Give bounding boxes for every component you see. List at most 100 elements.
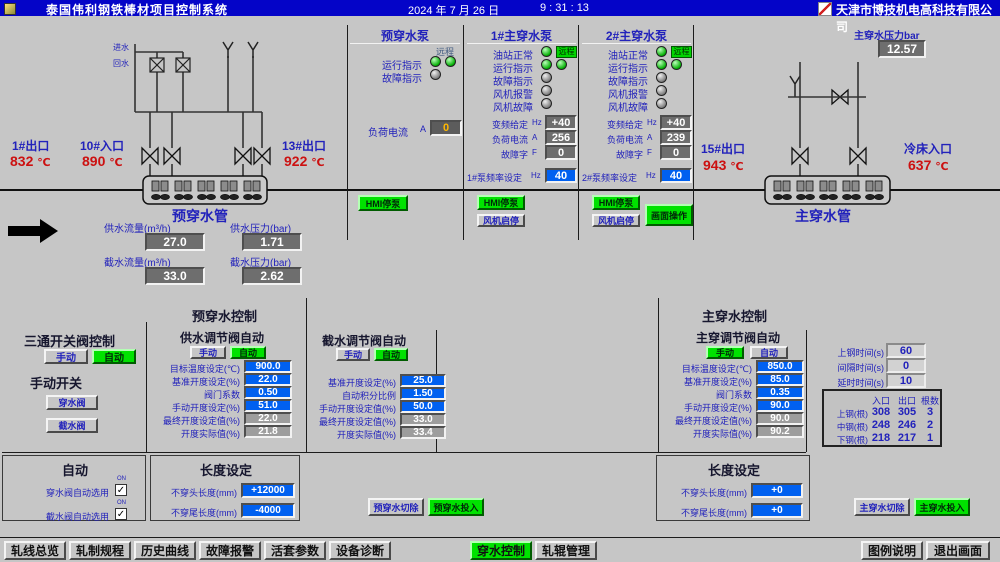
nav-device-diagnosis[interactable]: 设备诊断 bbox=[329, 541, 391, 560]
main-row-label: 基准开度设定(%) bbox=[666, 375, 752, 388]
pre-row-setpoint[interactable]: 51.0 bbox=[244, 399, 292, 412]
cut-row-setpoint[interactable]: 50.0 bbox=[400, 400, 446, 413]
pre-pump-fault-led bbox=[430, 69, 441, 80]
checkbox-on-label: ON bbox=[117, 500, 126, 506]
three-way-manual-button[interactable]: 手动 bbox=[44, 349, 88, 364]
main-row-label: 手动开度设定(%) bbox=[666, 401, 752, 414]
pre-quench-on-button[interactable]: 预穿水投入 bbox=[428, 498, 484, 516]
main-row-setpoint[interactable]: 90.0 bbox=[756, 399, 804, 412]
pre-control-title: 预穿水控制 bbox=[192, 306, 257, 325]
main-auto-button[interactable]: 自动 bbox=[750, 346, 788, 359]
pre-row-setpoint[interactable]: 0.50 bbox=[244, 386, 292, 399]
timing-label: 间隔时间(s) bbox=[826, 361, 884, 374]
pump1-faultword-value: 0 bbox=[545, 145, 577, 160]
pump2-fan-fault-label: 风机故障 bbox=[588, 99, 648, 114]
cut-row-label: 手动开度设定值(%) bbox=[310, 402, 396, 415]
pre-row-label: 手动开度设定(%) bbox=[156, 401, 240, 414]
pump2-stop-button[interactable]: HMI停泵 bbox=[592, 195, 640, 210]
three-way-auto-button[interactable]: 自动 bbox=[92, 349, 136, 364]
length-main-tail-setpoint[interactable]: +0 bbox=[751, 503, 803, 518]
nav-legend-help[interactable]: 图例说明 bbox=[861, 541, 923, 560]
length-main-tail-label: 不穿尾长度(mm) bbox=[667, 506, 747, 519]
pump1-fan-fault-led bbox=[541, 98, 552, 109]
pre-manual-button[interactable]: 手动 bbox=[190, 346, 226, 359]
nav-rolling-schedule[interactable]: 轧制规程 bbox=[69, 541, 131, 560]
pre-quench-off-button[interactable]: 预穿水切除 bbox=[368, 498, 424, 516]
cut-row-label: 自动积分比例 bbox=[310, 389, 396, 402]
nav-history-curve[interactable]: 历史曲线 bbox=[134, 541, 196, 560]
nav-roll-management[interactable]: 轧辊管理 bbox=[535, 541, 597, 560]
pump2-freqset-label: 变频给定 bbox=[585, 118, 643, 131]
return-label: 回水 bbox=[113, 58, 129, 69]
main-row-setpoint[interactable]: 850.0 bbox=[756, 360, 804, 373]
nav-quench-control-active[interactable]: 穿水控制 bbox=[470, 541, 532, 560]
main-row-readout: 90.2 bbox=[756, 425, 804, 438]
main-manifold bbox=[765, 176, 890, 204]
pump2-current-label: 负荷电流 bbox=[585, 133, 643, 146]
pump2-run-led-2 bbox=[671, 59, 682, 70]
pre-row-setpoint[interactable]: 900.0 bbox=[244, 360, 292, 373]
pump2-fault-led bbox=[656, 72, 667, 83]
length-main-title: 长度设定 bbox=[657, 460, 811, 479]
length-setting-pre-panel: 长度设定 不穿头长度(mm) +12000 不穿尾长度(mm) -4000 bbox=[150, 455, 300, 521]
nav-line-overview[interactable]: 轧线总览 bbox=[4, 541, 66, 560]
cut-row-readout: 33.0 bbox=[400, 413, 446, 426]
cut-row-label: 最终开度设定值(%) bbox=[310, 415, 396, 428]
temp-value-2: 890 ℃ bbox=[82, 153, 123, 169]
table-row-label: 上钢(根) bbox=[826, 408, 868, 420]
pump2-faultword-label: 故障字 bbox=[585, 148, 643, 161]
cut-row-readout: 33.4 bbox=[400, 426, 446, 439]
screen-operation-button[interactable]: 画面操作 bbox=[645, 204, 693, 226]
pump1-current-unit: A bbox=[532, 133, 537, 142]
cut-row-setpoint[interactable]: 1.50 bbox=[400, 387, 446, 400]
cut-auto-button[interactable]: 自动 bbox=[374, 348, 408, 361]
pre-manifold bbox=[143, 176, 267, 204]
main-pipe-label: 主穿水管 bbox=[795, 206, 851, 226]
main-row-setpoint[interactable]: 0.35 bbox=[756, 386, 804, 399]
pump1-freq-setpoint[interactable]: 40 bbox=[545, 168, 577, 183]
pump1-freq-label: 1#泵频率设定 bbox=[467, 171, 522, 184]
pre-pump-panel: 预穿水泵 远程 运行指示 故障指示 负荷电流 A 0 HMI停泵 bbox=[348, 25, 462, 240]
nav-looper-params[interactable]: 活套参数 bbox=[264, 541, 326, 560]
quench-auto-select-checkbox[interactable]: ✓ bbox=[115, 484, 127, 496]
pump1-oil-led bbox=[541, 46, 552, 57]
cut-flow-value: 33.0 bbox=[145, 267, 205, 285]
cutoff-auto-select-checkbox[interactable]: ✓ bbox=[115, 508, 127, 520]
pump1-current-label: 负荷电流 bbox=[470, 133, 528, 146]
pre-pump-fault-label: 故障指示 bbox=[360, 70, 422, 85]
pump1-stop-button[interactable]: HMI停泵 bbox=[477, 195, 525, 210]
main-row-setpoint[interactable]: 85.0 bbox=[756, 373, 804, 386]
main-pressure-value: 12.57 bbox=[878, 40, 926, 58]
pre-row-setpoint[interactable]: 22.0 bbox=[244, 373, 292, 386]
pump2-fan-button[interactable]: 风机启停 bbox=[592, 214, 640, 227]
pre-pump-stop-button[interactable]: HMI停泵 bbox=[358, 195, 408, 211]
pump1-panel: 1#主穿水泵 油站正常 远程 运行指示 故障指示 风机报警 风机故障 变频给定 … bbox=[465, 25, 578, 240]
length-pre-head-setpoint[interactable]: +12000 bbox=[241, 483, 295, 498]
length-main-head-setpoint[interactable]: +0 bbox=[751, 483, 803, 498]
pump2-faultword-value: 0 bbox=[660, 145, 692, 160]
table-row-count: 2 bbox=[920, 419, 940, 431]
main-manual-button[interactable]: 手动 bbox=[706, 346, 744, 359]
pump1-fan-button[interactable]: 风机启停 bbox=[477, 214, 525, 227]
table-row-count: 3 bbox=[920, 406, 940, 418]
cut-row-setpoint[interactable]: 25.0 bbox=[400, 374, 446, 387]
pump1-title: 1#主穿水泵 bbox=[465, 27, 578, 44]
length-pre-tail-setpoint[interactable]: -4000 bbox=[241, 503, 295, 518]
cut-manual-button[interactable]: 手动 bbox=[336, 348, 370, 361]
pump2-title: 2#主穿水泵 bbox=[580, 27, 693, 44]
main-quench-off-button[interactable]: 主穿水切除 bbox=[854, 498, 910, 516]
pump2-freqset-unit: Hz bbox=[647, 118, 657, 127]
main-quench-on-button[interactable]: 主穿水投入 bbox=[914, 498, 970, 516]
pre-pump-current-label: 负荷电流 bbox=[368, 124, 408, 139]
pre-auto-button[interactable]: 自动 bbox=[230, 346, 266, 359]
temp-value-5: 637 ℃ bbox=[908, 157, 949, 173]
temp-name-5: 冷床入口 bbox=[904, 140, 952, 157]
quench-auto-select-label: 穿水阀自动选用 bbox=[15, 486, 109, 499]
quench-valve-button[interactable]: 穿水阀 bbox=[46, 395, 98, 410]
temp-name-1: 1#出口 bbox=[12, 137, 49, 154]
cut-row-label: 基准开度设定(%) bbox=[310, 376, 396, 389]
nav-exit-screen[interactable]: 退出画面 bbox=[926, 541, 990, 560]
nav-fault-alarm[interactable]: 故障报警 bbox=[199, 541, 261, 560]
cutoff-valve-button[interactable]: 截水阀 bbox=[46, 418, 98, 433]
pump2-freq-setpoint[interactable]: 40 bbox=[660, 168, 692, 183]
